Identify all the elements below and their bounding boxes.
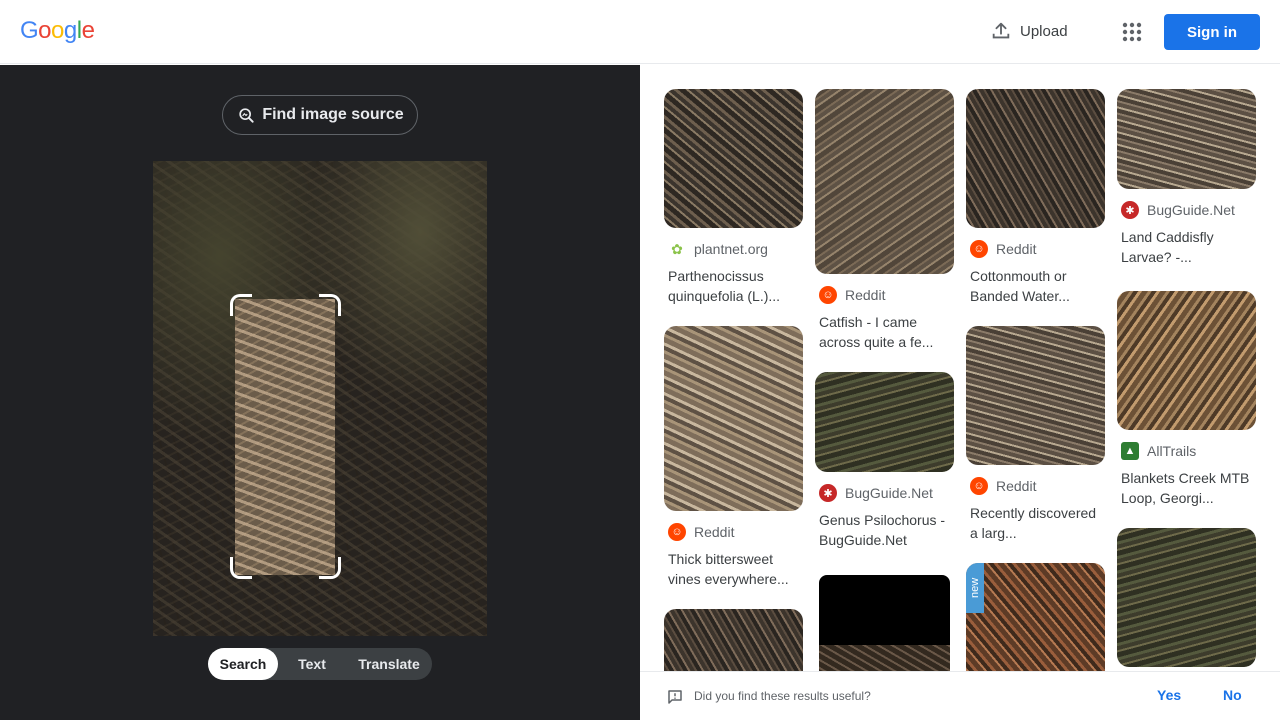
result-source: ☺ Reddit (966, 240, 1105, 258)
upload-button[interactable]: Upload (990, 20, 1068, 42)
feedback-question: Did you find these results useful? (694, 689, 871, 703)
result-title[interactable]: Genus Psilochorus - BugGuide.Net (815, 510, 954, 550)
crop-handle-bottom-right[interactable] (319, 557, 341, 579)
result-card[interactable]: ✱ BugGuide.Net Genus Psilochorus - BugGu… (815, 372, 954, 550)
upload-label: Upload (1020, 22, 1068, 40)
reddit-icon: ☺ (970, 240, 988, 258)
result-source-label: Reddit (996, 241, 1037, 257)
result-source-label: plantnet.org (694, 241, 768, 257)
result-thumbnail[interactable] (815, 372, 954, 472)
query-image (153, 161, 487, 636)
logo-letter: g (63, 17, 77, 44)
feedback-yes-button[interactable]: Yes (1157, 687, 1181, 703)
plant-icon: ✿ (671, 240, 683, 257)
result-source: ☺ Reddit (966, 477, 1105, 495)
result-card[interactable] (1117, 528, 1256, 667)
visual-matches-grid: ✿ plantnet.org Parthenocissus quinquefol… (640, 65, 1280, 671)
bug-icon: ✱ (1121, 201, 1139, 219)
result-title[interactable]: Blankets Creek MTB Loop, Georgi... (1117, 468, 1256, 508)
logo-letter: e (81, 17, 95, 44)
result-title[interactable]: Parthenocissus quinquefolia (L.)... (664, 266, 803, 306)
sign-in-button[interactable]: Sign in (1164, 14, 1260, 50)
find-image-source-label: Find image source (262, 106, 404, 123)
result-thumbnail[interactable] (1117, 89, 1256, 189)
result-card[interactable] (819, 575, 950, 671)
apps-grid-icon[interactable] (1120, 20, 1144, 44)
result-thumbnail[interactable] (966, 326, 1105, 465)
result-source: ▲ AllTrails (1117, 442, 1256, 460)
result-card[interactable]: ✱ BugGuide.Net Land Caddisfly Larvae? -.… (1117, 89, 1256, 267)
tab-text[interactable]: Text (278, 648, 346, 680)
top-bar: Google Upload Sign in (0, 0, 1280, 64)
result-thumbnail[interactable] (966, 89, 1105, 228)
result-card[interactable]: ✿ plantnet.org Parthenocissus quinquefol… (664, 89, 803, 306)
crop-handle-top-right[interactable] (319, 294, 341, 316)
result-thumbnail[interactable] (664, 326, 803, 511)
logo-letter: o (38, 17, 52, 44)
tab-translate[interactable]: Translate (346, 648, 432, 680)
result-source-label: AllTrails (1147, 443, 1197, 459)
result-source-label: Reddit (996, 478, 1037, 494)
result-thumbnail[interactable] (664, 609, 803, 671)
result-thumbnail[interactable] (664, 89, 803, 228)
result-title[interactable]: Land Caddisfly Larvae? -... (1117, 227, 1256, 267)
result-card[interactable] (664, 609, 803, 671)
result-source: ✱ BugGuide.Net (1117, 201, 1256, 219)
result-thumbnail[interactable] (1117, 528, 1256, 667)
result-title[interactable]: Recently discovered a larg... (966, 503, 1105, 543)
result-card[interactable]: ▲ AllTrails Blankets Creek MTB Loop, Geo… (1117, 291, 1256, 508)
bug-icon: ✱ (819, 484, 837, 502)
selected-crop-region[interactable] (235, 299, 335, 575)
result-source-label: BugGuide.Net (1147, 202, 1235, 218)
reddit-icon: ☺ (970, 477, 988, 495)
new-badge: new (966, 563, 984, 613)
feedback-no-button[interactable]: No (1223, 687, 1242, 703)
feedback-icon (668, 690, 682, 704)
lens-mode-switcher: Search Text Translate (208, 648, 432, 680)
image-search-icon (239, 108, 254, 123)
result-card[interactable]: new (966, 563, 1105, 671)
reddit-icon: ☺ (819, 286, 837, 304)
tab-search[interactable]: Search (208, 648, 278, 680)
logo-letter: G (20, 17, 39, 44)
result-source: ☺ Reddit (815, 286, 954, 304)
result-source-label: BugGuide.Net (845, 485, 933, 501)
alltrails-icon: ▲ (1121, 442, 1139, 460)
feedback-bar: Did you find these results useful? Yes N… (640, 671, 1280, 720)
result-thumbnail[interactable] (815, 89, 954, 274)
find-image-source-button[interactable]: Find image source (222, 95, 418, 135)
result-title[interactable]: Catfish - I came across quite a fe... (815, 312, 954, 352)
google-logo[interactable]: Google (20, 17, 95, 45)
result-source-label: Reddit (694, 524, 735, 540)
result-thumbnail[interactable] (819, 575, 950, 671)
crop-handle-top-left[interactable] (230, 294, 252, 316)
result-title[interactable]: Cottonmouth or Banded Water... (966, 266, 1105, 306)
result-source: ☺ Reddit (664, 523, 803, 541)
result-card[interactable]: ☺ Reddit Catfish - I came across quite a… (815, 89, 954, 352)
result-thumbnail[interactable]: new (966, 563, 1105, 671)
result-card[interactable]: ☺ Reddit Recently discovered a larg... (966, 326, 1105, 543)
result-source: ✿ plantnet.org (664, 240, 803, 258)
logo-letter: o (51, 17, 64, 44)
result-source-label: Reddit (845, 287, 886, 303)
upload-icon (992, 22, 1010, 39)
result-title[interactable]: Thick bittersweet vines everywhere... (664, 549, 803, 589)
crop-handle-bottom-left[interactable] (230, 557, 252, 579)
result-thumbnail[interactable] (1117, 291, 1256, 430)
lens-panel: Find image source Search Text Translate (0, 65, 640, 720)
result-card[interactable]: ☺ Reddit Cottonmouth or Banded Water... (966, 89, 1105, 306)
result-card[interactable]: ☺ Reddit Thick bittersweet vines everywh… (664, 326, 803, 589)
reddit-icon: ☺ (668, 523, 686, 541)
result-source: ✱ BugGuide.Net (815, 484, 954, 502)
